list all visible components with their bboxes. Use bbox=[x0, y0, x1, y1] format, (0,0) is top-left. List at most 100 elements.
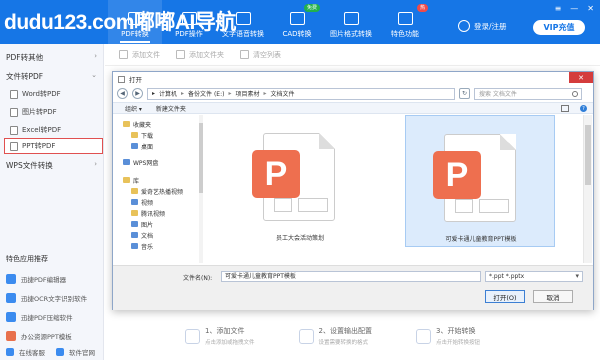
sidebar-item-label: Excel转PDF bbox=[22, 126, 62, 134]
recommend-label: 迅捷PDF编辑器 bbox=[21, 276, 67, 284]
vip-button[interactable]: VIP充值 bbox=[533, 20, 585, 35]
tree-item-tencent[interactable]: 腾讯视频 bbox=[131, 208, 165, 218]
breadcrumb-computer[interactable]: 计算机 bbox=[159, 89, 177, 98]
window-controls: ≡ — ✕ bbox=[555, 4, 594, 13]
tree-item-iqiyi[interactable]: 爱奇艺热播视频 bbox=[131, 186, 183, 196]
file-item-selected[interactable]: P 可爱卡通儿童教育PPT模板 bbox=[405, 115, 555, 247]
dialog-title: 打开 bbox=[129, 76, 142, 84]
add-file-button[interactable]: 添加文件 bbox=[119, 50, 160, 60]
help-icon[interactable]: ? bbox=[580, 105, 587, 112]
nav-label: 特色功能 bbox=[391, 30, 419, 38]
address-row: ◀ ▶ ▸ 计算机 ▸ 备份文件 (E:) ▸ 项目素材 ▸ 文档文件 ↻ 搜索… bbox=[117, 87, 589, 100]
step-title: 1、添加文件 bbox=[205, 327, 245, 335]
desktop-icon bbox=[131, 143, 138, 149]
tree-item-documents[interactable]: 文档 bbox=[131, 230, 153, 240]
pptx-file-icon: P bbox=[433, 134, 516, 222]
tree-item-favorites[interactable]: 收藏夹 bbox=[123, 119, 151, 129]
forward-button[interactable]: ▶ bbox=[132, 88, 143, 99]
pdf-operate-icon bbox=[181, 12, 197, 25]
recommend-label: 迅捷PDF压缩软件 bbox=[21, 314, 73, 322]
address-bar[interactable]: ▸ 计算机 ▸ 备份文件 (E:) ▸ 项目素材 ▸ 文档文件 bbox=[147, 87, 455, 100]
close-icon[interactable]: ✕ bbox=[587, 4, 594, 13]
nav-pdf-convert[interactable]: PDF转换 bbox=[108, 0, 162, 44]
tree-item-library[interactable]: 库 bbox=[123, 175, 139, 185]
breadcrumb-drive[interactable]: 备份文件 (E:) bbox=[188, 89, 224, 98]
file-list-scroll-thumb[interactable] bbox=[585, 125, 591, 185]
recommend-item-compress[interactable]: 迅捷PDF压缩软件 bbox=[6, 310, 73, 324]
sidebar-item-image[interactable]: 图片转PDF bbox=[10, 104, 102, 120]
minimize-icon[interactable]: — bbox=[570, 4, 578, 13]
cad-icon bbox=[289, 12, 305, 25]
search-input[interactable]: 搜索 文档文件 bbox=[474, 87, 582, 100]
file-item[interactable]: P 员工大会活动策划 bbox=[225, 115, 375, 247]
sidebar: PDF转其他 › 文件转PDF ⌄ Word转PDF 图片转PDF Excel转… bbox=[0, 44, 104, 360]
dialog-icon bbox=[118, 75, 125, 83]
video-icon bbox=[131, 199, 138, 205]
folder-icon: ▸ bbox=[152, 90, 156, 97]
tree-scroll-thumb[interactable] bbox=[199, 123, 203, 193]
tree-item-music[interactable]: 音乐 bbox=[131, 241, 153, 251]
recommend-item-ppt-template[interactable]: 办公资源PPT模板 bbox=[6, 329, 72, 343]
sidebar-item-label: Word转PDF bbox=[22, 90, 61, 98]
clear-list-label: 清空列表 bbox=[253, 50, 281, 59]
tree-item-pictures[interactable]: 图片 bbox=[131, 219, 153, 229]
sidebar-section-pdf-to-other[interactable]: PDF转其他 bbox=[6, 52, 43, 63]
recommend-label: 软件官网 bbox=[69, 349, 95, 357]
music-icon bbox=[131, 243, 138, 249]
dialog-close-button[interactable]: ✕ bbox=[569, 72, 593, 83]
official-site-link[interactable]: 软件官网 bbox=[56, 345, 95, 359]
new-folder-button[interactable]: 新建文件夹 bbox=[156, 104, 186, 113]
dialog-title-bar[interactable]: 打开 ✕ bbox=[113, 72, 593, 86]
sidebar-item-label: 图片转PDF bbox=[22, 108, 57, 116]
pptx-file-icon: P bbox=[252, 133, 335, 221]
star-icon bbox=[123, 121, 130, 127]
tree-item-wps-cloud[interactable]: WPS网盘 bbox=[123, 157, 158, 167]
sidebar-section-wps[interactable]: WPS文件转换 bbox=[6, 160, 53, 171]
tree-item-videos[interactable]: 视频 bbox=[131, 197, 153, 207]
recommend-label: 在线客服 bbox=[19, 349, 45, 357]
online-service-link[interactable]: 在线客服 bbox=[6, 345, 45, 359]
nav-label: PDF转换 bbox=[121, 30, 149, 38]
sidebar-item-excel[interactable]: Excel转PDF bbox=[10, 122, 102, 138]
add-folder-button[interactable]: 添加文件夹 bbox=[176, 50, 224, 60]
add-folder-icon bbox=[176, 50, 185, 59]
refresh-button[interactable]: ↻ bbox=[459, 88, 470, 99]
nav-label: CAD转换 bbox=[282, 30, 312, 38]
organize-menu[interactable]: 组织 ▾ bbox=[125, 104, 142, 113]
cancel-button[interactable]: 取消 bbox=[533, 290, 573, 303]
filename-input[interactable]: 可爱卡通儿童教育PPT模板 bbox=[221, 271, 481, 282]
sidebar-item-label: PPT转PDF bbox=[22, 142, 56, 150]
back-button[interactable]: ◀ bbox=[117, 88, 128, 99]
avatar-icon bbox=[458, 20, 470, 32]
recommend-title: 特色应用推荐 bbox=[6, 255, 48, 263]
nav-cad[interactable]: 免费 CAD转换 bbox=[270, 0, 324, 44]
breadcrumb-docs[interactable]: 文档文件 bbox=[271, 89, 295, 98]
step-subtitle: 设置需要转换的格式 bbox=[318, 340, 369, 346]
tree-item-desktop[interactable]: 桌面 bbox=[131, 141, 153, 151]
open-button[interactable]: 打开(O) bbox=[485, 290, 525, 303]
nav-pdf-operate[interactable]: PDF操作 bbox=[162, 0, 216, 44]
menu-icon[interactable]: ≡ bbox=[555, 4, 562, 13]
sidebar-item-ppt[interactable]: PPT转PDF bbox=[4, 138, 103, 154]
breadcrumb-project[interactable]: 项目素材 bbox=[235, 89, 259, 98]
clear-list-button[interactable]: 清空列表 bbox=[240, 50, 281, 60]
file-list-scrollbar[interactable] bbox=[583, 115, 592, 263]
nav-image[interactable]: 图片格式转换 bbox=[324, 0, 378, 44]
tree-scrollbar[interactable] bbox=[199, 115, 203, 263]
steps-guide: 1、添加文件 点击添加或拖拽文件 2、设置输出配置 设置需要转换的格式 3、开始… bbox=[185, 326, 480, 346]
sidebar-item-word[interactable]: Word转PDF bbox=[10, 86, 102, 102]
pdf-editor-icon bbox=[6, 274, 16, 284]
recommend-item-ocr[interactable]: 迅捷OCR文字识别软件 bbox=[6, 291, 87, 305]
login-button[interactable]: 登录/注册 bbox=[458, 20, 507, 32]
navigation-tree: 收藏夹 下载 桌面 WPS网盘 库 爱奇艺热播视频 视频 腾讯视频 图片 文档 … bbox=[113, 115, 203, 263]
nav-speech[interactable]: 文字语音转换 bbox=[216, 0, 270, 44]
recommend-item-pdf-editor[interactable]: 迅捷PDF编辑器 bbox=[6, 272, 66, 286]
folder-icon bbox=[131, 132, 138, 138]
word-icon bbox=[10, 89, 18, 99]
tree-item-downloads[interactable]: 下载 bbox=[131, 130, 153, 140]
sidebar-section-file-to-pdf[interactable]: 文件转PDF bbox=[6, 71, 43, 82]
view-options-icon[interactable] bbox=[561, 105, 569, 112]
file-type-select[interactable]: *.ppt *.pptx bbox=[485, 271, 583, 282]
ppt-template-icon bbox=[6, 331, 16, 341]
nav-features[interactable]: 热 特色功能 bbox=[378, 0, 432, 44]
